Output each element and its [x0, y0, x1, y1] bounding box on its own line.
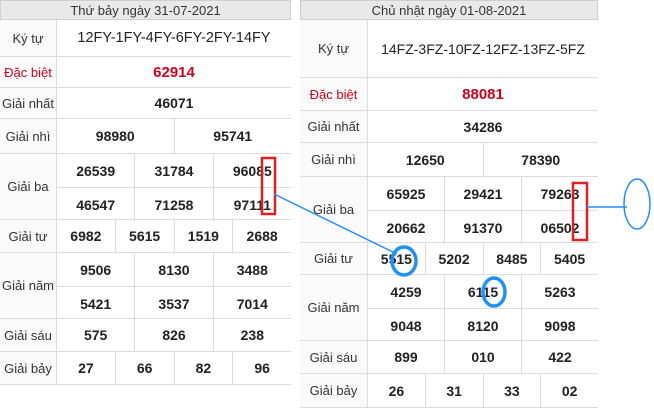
- right-row-giai-nhi: Giải nhì 12650 78390: [300, 143, 598, 177]
- right-row-ky-tu: Ký tự 14FZ-3FZ-10FZ-12FZ-13FZ-5FZ: [300, 20, 598, 78]
- right-giai-nam-2: 6115: [445, 275, 522, 308]
- right-giai-tu-2: 5202: [426, 243, 484, 274]
- right-giai-ba-6: 06502: [540, 219, 580, 236]
- left-giai-bay-1: 27: [57, 352, 116, 384]
- right-label-giai-nhi: Giải nhì: [300, 143, 368, 176]
- right-row-giai-bay: Giải bảy 26 31 33 02: [300, 374, 598, 408]
- left-giai-ba-6: 97111: [233, 196, 272, 213]
- left-label-giai-nam: Giải năm: [0, 253, 57, 318]
- right-giai-bay-1: 26: [368, 374, 426, 407]
- left-row-giai-nam: Giải năm 9506 8130 3488 5421 3537 7014: [0, 253, 291, 320]
- outside-blue-circle: [623, 178, 651, 230]
- right-result-table: Chủ nhật ngày 01-08-2021 Ký tự 14FZ-3FZ-…: [300, 0, 598, 412]
- left-row-giai-bay: Giải bảy 27 66 82 96: [0, 352, 291, 385]
- right-ky-tu-value: 14FZ-3FZ-10FZ-12FZ-13FZ-5FZ: [381, 40, 585, 57]
- left-giai-ba-5: 71258: [135, 188, 214, 221]
- left-giai-bay-3: 82: [175, 352, 234, 384]
- left-row-giai-nhat: Giải nhất 46071: [0, 88, 291, 119]
- left-date-header: Thứ bảy ngày 31-07-2021: [0, 0, 291, 20]
- right-giai-sau-1: 899: [368, 341, 445, 373]
- left-ky-tu-value: 12FY-1FY-4FY-6FY-2FY-14FY: [77, 30, 271, 46]
- left-row-dac-biet: Đặc biệt 62914: [0, 57, 291, 88]
- left-giai-ba-1: 26539: [57, 154, 136, 187]
- right-giai-nam-6: 9098: [544, 317, 576, 334]
- left-row-giai-ba: Giải ba 26539 31784 96085 46547 71258 97…: [0, 154, 291, 221]
- left-giai-nam-4: 5421: [57, 287, 136, 320]
- right-giai-bay-2: 31: [426, 374, 484, 407]
- right-giai-tu-4: 5405: [554, 250, 586, 267]
- right-label-giai-sau: Giải sáu: [300, 341, 368, 373]
- left-row-ky-tu: Ký tự 12FY-1FY-4FY-6FY-2FY-14FY: [0, 20, 291, 57]
- right-giai-ba-5: 91370: [445, 211, 522, 244]
- left-label-giai-nhat: Giải nhất: [0, 88, 57, 118]
- right-date-header: Chủ nhật ngày 01-08-2021: [300, 0, 598, 20]
- left-giai-sau-1: 575: [57, 319, 136, 351]
- right-label-giai-tu: Giải tư: [300, 243, 368, 274]
- right-row-giai-nhat: Giải nhất 34286: [300, 111, 598, 143]
- left-giai-tu-3: 1519: [175, 220, 234, 252]
- left-giai-nhat-value: 46071: [154, 95, 194, 111]
- right-giai-nam-3: 5263: [544, 283, 576, 300]
- right-giai-bay-3: 33: [484, 374, 542, 407]
- left-label-giai-bay: Giải bảy: [0, 352, 57, 384]
- left-dac-biet-value: 62914: [153, 63, 195, 81]
- right-row-giai-nam: Giải năm 4259 6115 5263 9048 8120 9098: [300, 275, 598, 342]
- left-giai-tu-1: 6982: [57, 220, 116, 252]
- left-label-giai-ba: Giải ba: [0, 154, 57, 219]
- left-giai-sau-3: 238: [240, 327, 264, 343]
- left-giai-tu-2: 5615: [116, 220, 175, 252]
- left-row-giai-nhi: Giải nhì 98980 95741: [0, 119, 291, 154]
- right-giai-tu-3: 8485: [484, 243, 542, 274]
- left-giai-ba-2: 31784: [135, 154, 214, 187]
- left-giai-nam-1: 9506: [57, 253, 136, 286]
- right-row-dac-biet: Đặc biệt 88081: [300, 78, 598, 111]
- right-row-giai-ba: Giải ba 65925 29421 79263 20662 91370 06…: [300, 177, 598, 244]
- left-giai-ba-3: 96085: [232, 162, 272, 179]
- left-giai-bay-2: 66: [116, 352, 175, 384]
- left-giai-bay-4: 96: [254, 360, 270, 376]
- right-giai-sau-2: 010: [445, 341, 522, 373]
- left-giai-ba-4: 46547: [57, 188, 136, 221]
- right-giai-ba-1: 65925: [368, 177, 445, 210]
- right-giai-nam-4: 9048: [368, 309, 445, 342]
- right-giai-sau-3: 422: [548, 349, 572, 365]
- left-giai-nam-3: 3488: [236, 261, 268, 278]
- left-label-giai-tu: Giải tư: [0, 220, 57, 252]
- left-giai-nam-5: 3537: [135, 287, 214, 320]
- right-giai-ba-3: 79263: [540, 185, 580, 202]
- right-giai-tu-1: 5515: [368, 243, 426, 274]
- right-label-giai-bay: Giải bảy: [300, 374, 368, 407]
- left-giai-nam-6: 7014: [236, 295, 268, 312]
- right-giai-nhat-value: 34286: [463, 118, 503, 135]
- left-row-giai-tu: Giải tư 6982 5615 1519 2688: [0, 220, 291, 253]
- right-label-dac-biet: Đặc biệt: [300, 78, 368, 110]
- left-result-table: Thứ bảy ngày 31-07-2021 Ký tự 12FY-1FY-4…: [0, 0, 291, 385]
- left-giai-nhi-2: 95741: [213, 128, 253, 144]
- right-giai-bay-4: 02: [561, 382, 578, 399]
- right-label-ky-tu: Ký tự: [300, 20, 368, 77]
- right-dac-biet-value: 88081: [462, 85, 504, 103]
- right-row-giai-sau: Giải sáu 899 010 422: [300, 341, 598, 374]
- left-giai-sau-2: 826: [135, 319, 214, 351]
- right-label-giai-nam: Giải năm: [300, 275, 368, 340]
- right-label-giai-ba: Giải ba: [300, 177, 368, 242]
- left-label-giai-sau: Giải sáu: [0, 319, 57, 351]
- right-row-giai-tu: Giải tư 5515 5202 8485 5405: [300, 243, 598, 275]
- left-giai-nam-2: 8130: [135, 253, 214, 286]
- left-label-giai-nhi: Giải nhì: [0, 119, 57, 153]
- left-giai-nhi-1: 98980: [57, 119, 175, 153]
- right-giai-nhi-2: 78390: [521, 151, 561, 168]
- left-label-ky-tu: Ký tự: [0, 20, 57, 56]
- right-giai-ba-4: 20662: [368, 211, 445, 244]
- right-giai-nam-1: 4259: [368, 275, 445, 308]
- left-giai-tu-4: 2688: [246, 228, 278, 244]
- right-giai-nhi-1: 12650: [368, 143, 484, 176]
- right-giai-nam-5: 8120: [445, 309, 522, 342]
- left-label-dac-biet: Đặc biệt: [0, 57, 57, 87]
- right-giai-ba-2: 29421: [445, 177, 522, 210]
- right-label-giai-nhat: Giải nhất: [300, 111, 368, 142]
- left-row-giai-sau: Giải sáu 575 826 238: [0, 319, 291, 352]
